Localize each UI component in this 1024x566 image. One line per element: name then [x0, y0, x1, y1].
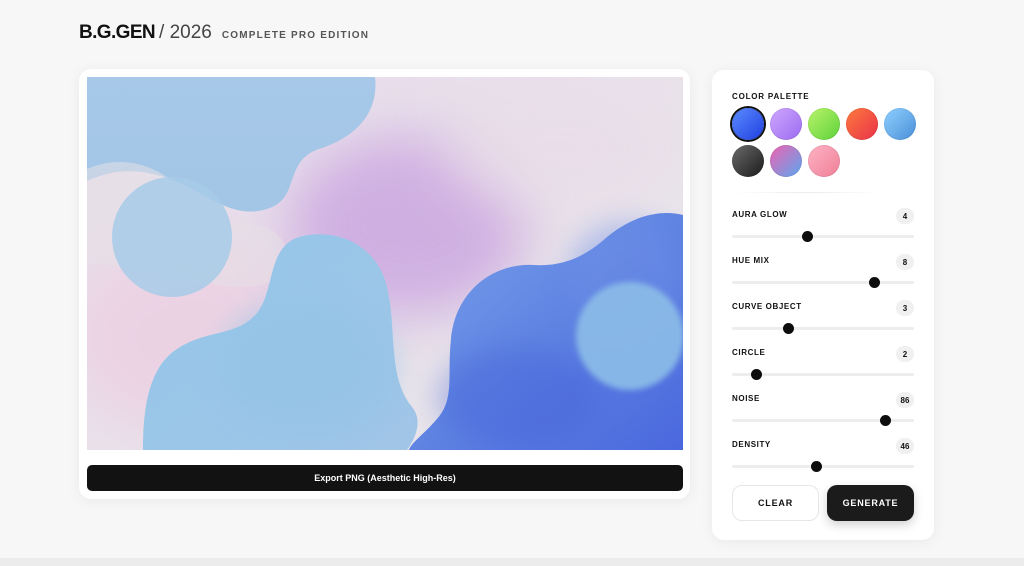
brand-year: / 2026: [159, 22, 212, 43]
slider-value: 4: [896, 208, 914, 224]
bottom-scroll-edge: [0, 558, 1024, 566]
controls-panel: COLOR PALETTE AURA GLOW 4 HUE MIX 8 CURV…: [712, 70, 934, 540]
slider-thumb[interactable]: [810, 461, 822, 472]
clear-button[interactable]: CLEAR: [732, 485, 819, 521]
swatch-sky[interactable]: [884, 108, 916, 140]
slider-label: DENSITY: [732, 440, 771, 449]
swatch-lime[interactable]: [808, 108, 840, 140]
swatch-violet[interactable]: [770, 108, 802, 140]
slider-label: CIRCLE: [732, 348, 766, 357]
slider-thumb[interactable]: [783, 323, 795, 334]
slider-label: HUE MIX: [732, 256, 770, 265]
slider-thumb[interactable]: [801, 231, 813, 242]
swatch-graphite[interactable]: [732, 145, 764, 177]
app-header: B.G.GEN / 2026 COMPLETE PRO EDITION: [79, 22, 369, 44]
slider-label: CURVE OBJECT: [732, 302, 802, 311]
slider-thumb[interactable]: [868, 277, 880, 288]
swatch-aurora[interactable]: [770, 145, 802, 177]
slider-track[interactable]: [732, 277, 914, 288]
canvas-card: Export PNG (Aesthetic High-Res): [79, 69, 690, 499]
slider-track[interactable]: [732, 415, 914, 426]
slider-circle: CIRCLE 2: [732, 346, 914, 388]
color-palette-label: COLOR PALETTE: [732, 92, 810, 101]
slider-aura-glow: AURA GLOW 4: [732, 208, 914, 250]
slider-label: NOISE: [732, 394, 760, 403]
swatch-rose[interactable]: [808, 145, 840, 177]
slider-track[interactable]: [732, 461, 914, 472]
generate-button[interactable]: GENERATE: [827, 485, 914, 521]
brand-logo: B.G.GEN: [79, 22, 156, 43]
slider-value: 46: [896, 438, 914, 454]
generated-artwork: [87, 77, 683, 450]
slider-thumb[interactable]: [750, 369, 762, 380]
slider-thumb[interactable]: [879, 415, 891, 426]
slider-value: 3: [896, 300, 914, 316]
slider-value: 8: [896, 254, 914, 270]
panel-divider: [732, 192, 882, 193]
swatch-blue[interactable]: [732, 108, 764, 140]
slider-track[interactable]: [732, 231, 914, 242]
export-png-button[interactable]: Export PNG (Aesthetic High-Res): [87, 465, 683, 491]
slider-track[interactable]: [732, 369, 914, 380]
slider-curve-object: CURVE OBJECT 3: [732, 300, 914, 342]
swatch-sunset[interactable]: [846, 108, 878, 140]
slider-track[interactable]: [732, 323, 914, 334]
slider-hue-mix: HUE MIX 8: [732, 254, 914, 296]
slider-noise: NOISE 86: [732, 392, 914, 434]
slider-value: 86: [896, 392, 914, 408]
slider-density: DENSITY 46: [732, 438, 914, 480]
slider-label: AURA GLOW: [732, 210, 788, 219]
edition-label: COMPLETE PRO EDITION: [221, 30, 370, 41]
slider-value: 2: [896, 346, 914, 362]
